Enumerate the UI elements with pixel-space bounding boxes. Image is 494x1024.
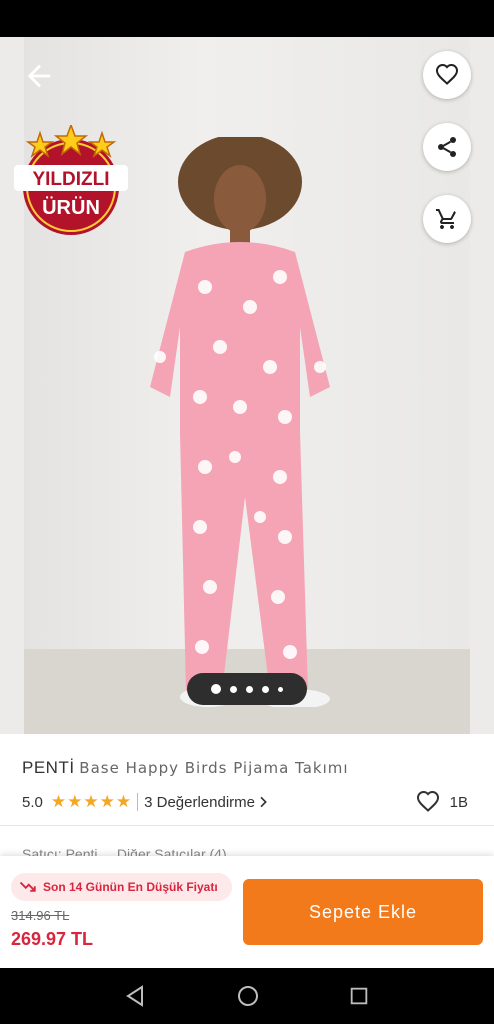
- pager-dot: [211, 684, 221, 694]
- rating-value: 5.0: [22, 793, 43, 811]
- star-icon: ★: [67, 792, 83, 811]
- favorite-count-value: 1B: [449, 793, 468, 811]
- section-divider: [0, 825, 494, 826]
- pager-dot: [278, 686, 283, 692]
- divider: [137, 793, 139, 811]
- nav-home-icon[interactable]: [236, 984, 260, 1008]
- favorite-button[interactable]: [423, 51, 471, 99]
- image-pager[interactable]: [187, 673, 307, 705]
- share-button[interactable]: [423, 123, 471, 171]
- lowest-price-label: Son 14 Günün En Düşük Fiyatı: [43, 880, 218, 894]
- reviews-label: 3 Değerlendirme: [144, 793, 255, 811]
- featured-product-badge: YILDIZLI ÜRÜN: [14, 125, 128, 235]
- badge-line2: ÜRÜN: [42, 196, 100, 219]
- cart-icon: [436, 209, 456, 229]
- brand-link[interactable]: PENTİ: [22, 758, 75, 777]
- current-price: 269.97 TL: [11, 929, 94, 949]
- chevron-right-icon: [260, 796, 267, 808]
- bottom-purchase-bar: Son 14 Günün En Düşük Fiyatı 314.96 TL 2…: [0, 856, 494, 968]
- star-icon: ★: [50, 792, 67, 811]
- back-button[interactable]: [22, 59, 56, 93]
- status-bar: [0, 0, 494, 37]
- star-icon: ★: [83, 792, 99, 811]
- arrow-left-icon: [27, 64, 51, 88]
- badge-line1: YILDIZLI: [32, 169, 109, 190]
- product-photo: [150, 137, 330, 707]
- pager-dot: [230, 685, 237, 693]
- pager-dot: [246, 685, 253, 693]
- nav-back-icon[interactable]: [124, 984, 148, 1008]
- share-icon: [438, 137, 456, 157]
- trend-down-icon: [19, 881, 36, 892]
- heart-icon: [416, 790, 439, 812]
- add-to-cart-button[interactable]: Sepete Ekle: [243, 879, 483, 945]
- reviews-link[interactable]: 3 Değerlendirme: [144, 794, 271, 811]
- nav-recents-icon[interactable]: [348, 985, 370, 1007]
- product-name: Base Happy Birds Pijama Takımı: [79, 759, 349, 777]
- cart-shortcut-button[interactable]: [423, 195, 471, 243]
- product-title: PENTİ Base Happy Birds Pijama Takımı: [22, 758, 349, 778]
- old-price: 314.96 TL: [11, 908, 70, 923]
- pager-dot: [262, 685, 269, 693]
- favorite-count[interactable]: 1B: [416, 790, 468, 814]
- star-icon: ★: [115, 792, 132, 811]
- system-nav-bar: [0, 968, 494, 1024]
- product-image-gallery[interactable]: YILDIZLI ÜRÜN: [0, 37, 494, 734]
- star-icon: ★: [99, 792, 115, 811]
- rating-row: 5.0 ★ ★ ★ ★ ★ 3 Değerlendirme: [22, 790, 472, 814]
- star-rating: ★ ★ ★ ★ ★: [51, 792, 131, 812]
- lowest-price-badge: Son 14 Günün En Düşük Fiyatı: [11, 873, 232, 901]
- heart-icon: [435, 63, 459, 85]
